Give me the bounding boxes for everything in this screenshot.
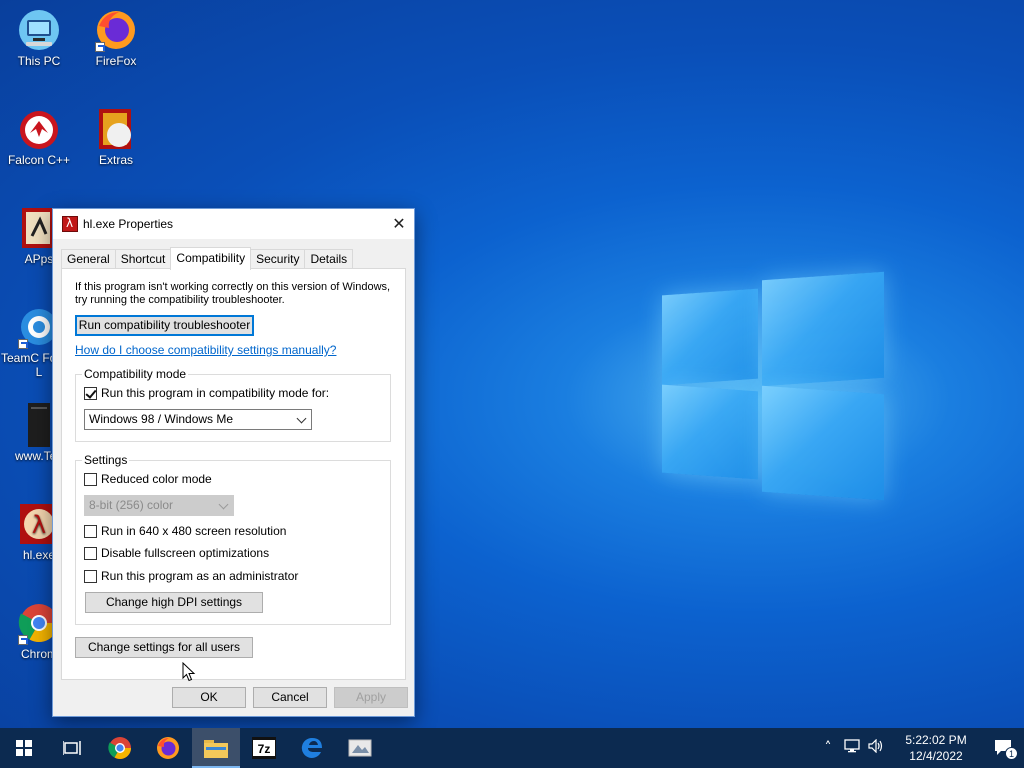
close-icon[interactable]: ✕ [384, 209, 414, 239]
volume-icon[interactable] [864, 738, 888, 757]
apply-button: Apply [334, 687, 408, 708]
color-depth-value: 8-bit (256) color [89, 498, 174, 512]
desktop-icon-extras[interactable]: Extras [78, 107, 154, 167]
desktop-icon-this-pc[interactable]: This PC [1, 8, 77, 68]
chevron-up-icon[interactable]: ˄ [816, 740, 840, 756]
clock-date: 12/4/2022 [909, 749, 963, 763]
compatibility-mode-checkbox[interactable]: Run this program in compatibility mode f… [84, 385, 329, 401]
dialog-title: hl.exe Properties [83, 217, 174, 231]
info-line-2: try running the compatibility troublesho… [75, 294, 285, 306]
all-users-button[interactable]: Change settings for all users [75, 637, 253, 658]
falcon-icon [18, 107, 60, 151]
taskbar-file-explorer[interactable] [192, 728, 240, 768]
chevron-down-icon [218, 499, 229, 510]
taskbar-edge[interactable] [288, 728, 336, 768]
properties-dialog: hl.exe Properties ✕ General Shortcut Com… [52, 208, 415, 717]
run-as-admin-checkbox[interactable]: Run this program as an administrator [84, 568, 298, 584]
clock-time: 5:22:02 PM [905, 733, 967, 747]
desktop-icon-label: Falcon C++ [7, 153, 71, 167]
info-line-1: If this program isn't working correctly … [75, 281, 391, 293]
start-button[interactable] [0, 728, 48, 768]
taskbar-chrome[interactable] [96, 728, 144, 768]
tab-security[interactable]: Security [250, 249, 306, 270]
checkbox-checked[interactable] [84, 386, 97, 400]
mouse-cursor-icon [182, 662, 196, 682]
compatibility-mode-legend: Compatibility mode [82, 367, 189, 381]
tab-shortcut[interactable]: Shortcut [114, 249, 172, 270]
desktop-icon-label: FireFox [95, 54, 137, 68]
task-view-icon [63, 741, 81, 755]
notification-center-button[interactable]: 1 [984, 728, 1024, 768]
compatibility-panel: If this program isn't working correctly … [61, 268, 406, 680]
ok-button[interactable]: OK [172, 687, 246, 708]
svg-text:7z: 7z [258, 742, 271, 756]
manual-settings-link[interactable]: How do I choose compatibility settings m… [75, 343, 336, 357]
start-icon [16, 740, 32, 756]
edge-icon [301, 737, 322, 758]
taskbar-firefox[interactable] [144, 728, 192, 768]
task-view-button[interactable] [48, 728, 96, 768]
high-dpi-button[interactable]: Change high DPI settings [85, 592, 263, 613]
firefox-icon [95, 8, 137, 52]
desktop-icon-falcon[interactable]: Falcon C++ [1, 107, 77, 167]
taskbar-app[interactable] [336, 728, 384, 768]
checkbox-unchecked[interactable] [84, 472, 97, 486]
os-version-value: Windows 98 / Windows Me [89, 412, 234, 426]
half-life-icon [62, 216, 78, 232]
compatibility-mode-label: Run this program in compatibility mode f… [101, 386, 330, 400]
network-icon[interactable] [840, 739, 864, 757]
run-as-admin-label: Run this program as an administrator [101, 569, 299, 583]
disable-fullscreen-label: Disable fullscreen optimizations [101, 546, 270, 560]
system-tray: ˄ 5:22:02 PM 12/4/2022 1 [816, 728, 1024, 768]
firefox-icon [157, 737, 179, 759]
tab-strip: General Shortcut Compatibility Security … [61, 247, 354, 270]
desktop-icon-label: Extras [98, 153, 133, 167]
run-troubleshooter-button[interactable]: Run compatibility troubleshooter [75, 315, 254, 336]
info-text: If this program isn't working correctly … [75, 281, 390, 307]
svg-text:λ: λ [32, 511, 46, 539]
clock[interactable]: 5:22:02 PM 12/4/2022 [896, 732, 976, 764]
desktop-icon-firefox[interactable]: FireFox [78, 8, 154, 68]
tab-general[interactable]: General [61, 249, 116, 270]
7zip-icon: 7z [252, 737, 276, 759]
notification-count-badge: 1 [1005, 747, 1018, 760]
checkbox-unchecked[interactable] [84, 546, 97, 560]
chrome-icon [108, 737, 131, 759]
dialog-titlebar[interactable]: hl.exe Properties ✕ [53, 209, 414, 239]
checkbox-unchecked[interactable] [84, 569, 97, 583]
settings-legend: Settings [82, 453, 130, 467]
taskbar: 7z ˄ 5:22:02 PM 12/4/2022 1 [0, 728, 1024, 768]
computer-icon [18, 8, 60, 52]
reduced-color-checkbox[interactable]: Reduced color mode [84, 471, 212, 487]
resolution-640-label: Run in 640 x 480 screen resolution [101, 524, 287, 538]
os-version-select[interactable]: Windows 98 / Windows Me [84, 409, 312, 430]
resolution-640-checkbox[interactable]: Run in 640 x 480 screen resolution [84, 523, 286, 539]
taskbar-7zip[interactable]: 7z [240, 728, 288, 768]
tab-compatibility[interactable]: Compatibility [170, 247, 252, 270]
disable-fullscreen-checkbox[interactable]: Disable fullscreen optimizations [84, 545, 269, 561]
tab-details[interactable]: Details [304, 249, 354, 270]
settings-group: Settings Reduced color mode 8-bit (256) … [75, 453, 391, 625]
desktop-icon-label: This PC [17, 54, 61, 68]
windows-logo-wallpaper [660, 270, 886, 501]
chevron-down-icon [296, 413, 307, 424]
app-icon [348, 739, 372, 757]
color-depth-select: 8-bit (256) color [84, 495, 234, 516]
compatibility-mode-group: Compatibility mode Run this program in c… [75, 367, 391, 442]
checkbox-unchecked[interactable] [84, 524, 97, 538]
folder-extras-icon [95, 107, 137, 151]
cancel-button[interactable]: Cancel [253, 687, 327, 708]
reduced-color-label: Reduced color mode [101, 472, 212, 486]
file-explorer-icon [204, 740, 228, 758]
